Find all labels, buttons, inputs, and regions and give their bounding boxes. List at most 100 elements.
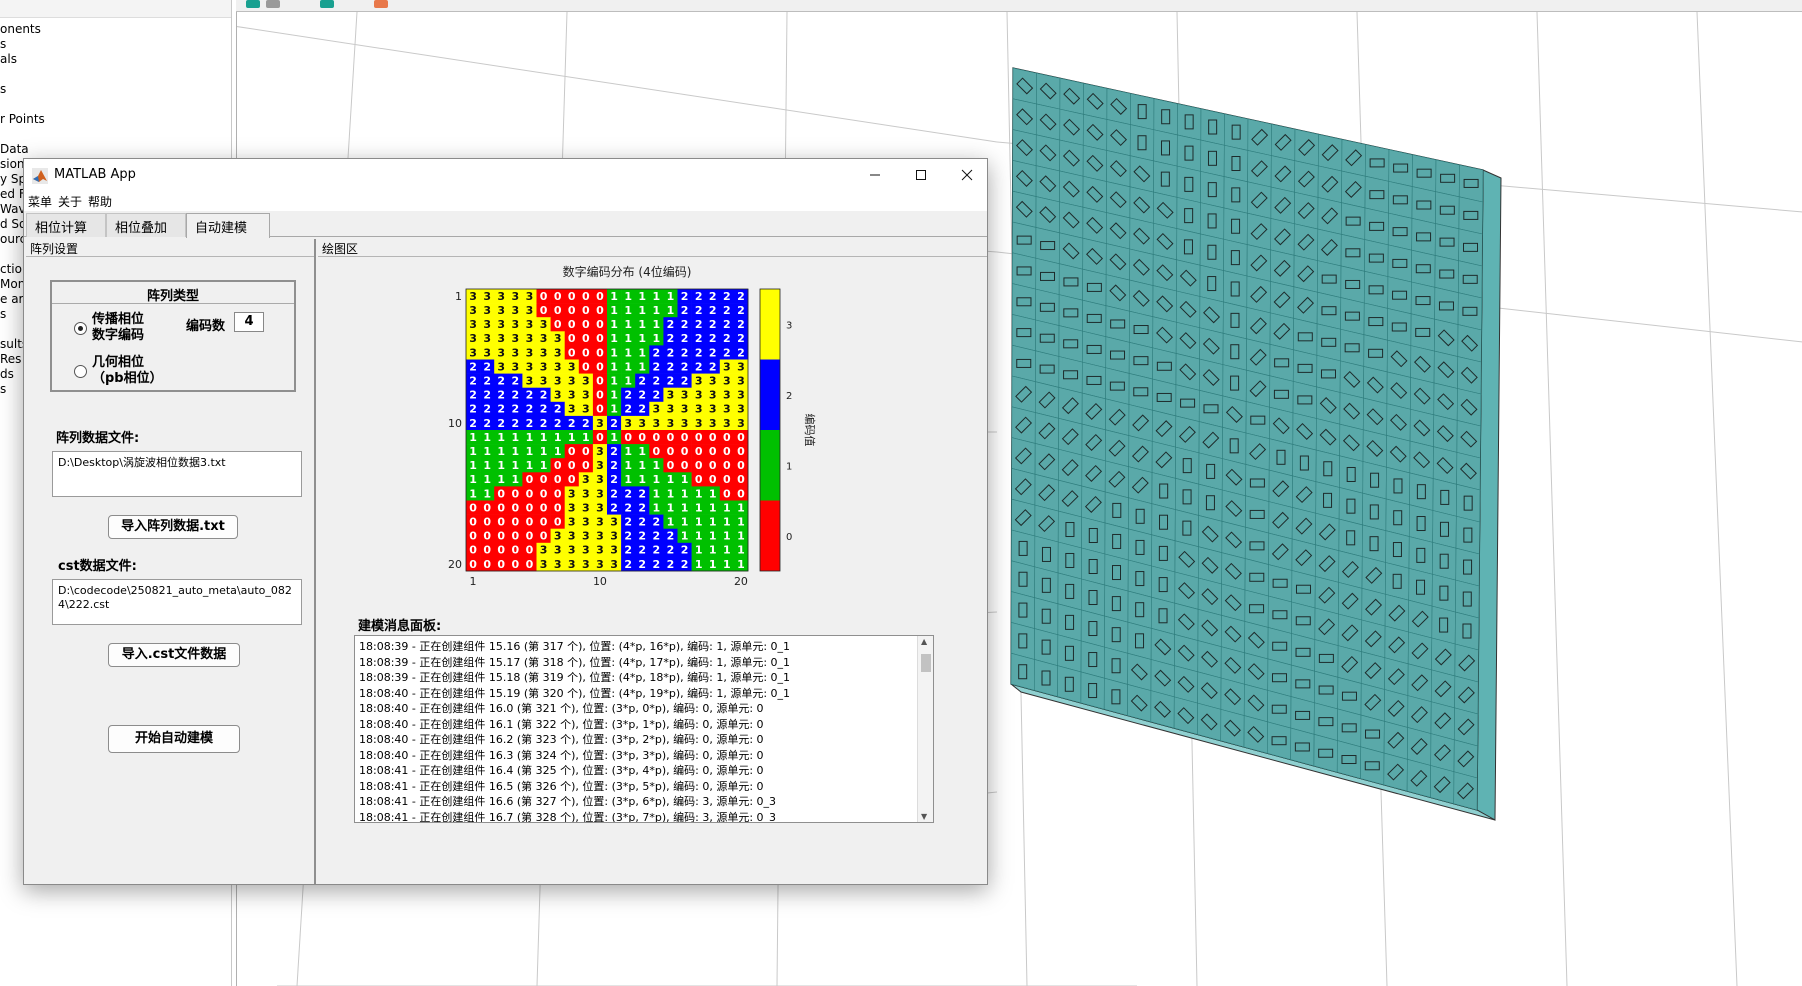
unit-cell [1151, 472, 1176, 510]
tree-item[interactable]: s [0, 37, 6, 51]
heatmap-cell-label: 1 [709, 558, 717, 571]
heatmap-cell-label: 1 [737, 530, 745, 543]
unit-cell [1434, 223, 1460, 262]
tree-item[interactable]: ds [0, 367, 14, 381]
unit-cell [1246, 307, 1271, 345]
cst-file-path-field[interactable]: D:\codecode\250821_auto_meta\auto_0824\2… [52, 579, 302, 625]
import-cst-button[interactable]: 导入.cst文件数据 [108, 643, 240, 667]
menu-item-help[interactable]: 帮助 [88, 193, 112, 210]
unit-cell [1431, 605, 1456, 645]
radio-propagation-phase[interactable] [74, 322, 87, 335]
heatmap-cell-label: 0 [695, 459, 703, 472]
heatmap-cell-label: 1 [653, 332, 661, 345]
heatmap-cell-label: 1 [723, 544, 731, 557]
heatmap-cell-label: 1 [709, 487, 717, 500]
unit-cell [1105, 429, 1130, 468]
radio-geometric-phase[interactable] [74, 365, 87, 378]
code-distribution-heatmap: 数字编码分布 (4位编码)3 3 3 3 3 0 0 0 0 0 1 1 1 1 1 2 2 2 2 23 3 3 3 3 0 0… [448, 264, 817, 588]
menu-item-about[interactable]: 关于 [58, 193, 82, 210]
unit-cell [1104, 522, 1129, 561]
unit-cell [1315, 512, 1340, 552]
heatmap-cell-label: 3 [596, 487, 604, 500]
heatmap-cell-label: 0 [526, 558, 534, 571]
menu-item-menu[interactable]: 菜单 [28, 193, 52, 210]
unit-cell [1270, 155, 1296, 193]
array-file-path-field[interactable]: D:\Desktop\涡旋波相位数据3.txt [52, 451, 302, 497]
unit-cell [1105, 398, 1130, 436]
unit-cell [1082, 175, 1107, 213]
array-file-label: 阵列数据文件: [56, 431, 140, 446]
tree-item[interactable]: Res [0, 352, 21, 366]
tree-item[interactable]: s [0, 307, 6, 321]
unit-cell [1408, 504, 1434, 543]
unit-cell [1362, 397, 1388, 436]
heatmap-cell-label: 0 [638, 431, 646, 444]
unit-cell [1409, 408, 1435, 448]
toolbar-icon[interactable] [246, 0, 260, 8]
start-auto-modeling-button[interactable]: 开始自动建模 [108, 725, 240, 753]
unit-cell [1200, 170, 1225, 209]
unit-cell [1313, 733, 1338, 773]
heatmap-cell-label: 2 [512, 417, 520, 430]
unit-cell [1010, 560, 1036, 599]
heatmap-cell-label: 2 [497, 389, 505, 402]
heatmap-cell-label: 2 [653, 516, 661, 529]
tab-phase-overlay[interactable]: 相位叠加 [106, 213, 186, 237]
unit-cell [1035, 350, 1060, 388]
heatmap-cell-label: 3 [512, 332, 520, 345]
unit-cell [1035, 257, 1060, 296]
unit-cell [1293, 223, 1319, 261]
tree-item[interactable]: ed F [0, 187, 26, 201]
heatmap-cell-label: 2 [497, 417, 505, 430]
unit-cell [1012, 221, 1037, 259]
unit-cell [1011, 314, 1036, 352]
scrollbar-thumb[interactable] [921, 654, 931, 672]
close-icon[interactable] [944, 159, 990, 191]
heatmap-cell-label: 3 [695, 417, 703, 430]
unit-cell [1291, 570, 1316, 609]
message-scrollbar[interactable]: ▲ ▼ [917, 636, 933, 822]
tree-item[interactable]: e ar [0, 292, 23, 306]
heatmap-cell-label: 1 [638, 332, 646, 345]
minimize-icon[interactable] [852, 159, 898, 191]
toolbar-icon[interactable] [374, 0, 388, 8]
unit-cell [1200, 139, 1225, 177]
tree-item[interactable]: sion [0, 157, 25, 171]
tree-item[interactable]: Data [0, 142, 29, 156]
tree-item[interactable]: als [0, 52, 17, 66]
heatmap-cell-label: 2 [638, 530, 646, 543]
unit-cell [1458, 228, 1483, 267]
unit-cell [1267, 595, 1293, 634]
heatmap-cell-label: 0 [483, 558, 491, 571]
tree-item[interactable]: Wav [0, 202, 26, 216]
tree-item[interactable]: s [0, 82, 6, 96]
import-array-button[interactable]: 导入阵列数据.txt [108, 515, 238, 539]
heatmap-cell-label: 2 [681, 346, 689, 359]
unit-cell [1363, 270, 1389, 309]
scroll-up-icon[interactable]: ▲ [921, 637, 927, 646]
tab-auto-modeling[interactable]: 自动建模 [186, 213, 270, 238]
tree-item[interactable]: r Points [0, 112, 45, 126]
heatmap-cell-label: 2 [483, 403, 491, 416]
toolbar-icon[interactable] [320, 0, 334, 8]
tree-item[interactable]: onents [0, 22, 41, 36]
unit-cell [1174, 602, 1199, 641]
unit-cell [1430, 733, 1455, 773]
unit-cell [1059, 170, 1084, 208]
tab-phase-calc[interactable]: 相位计算 [26, 213, 106, 237]
title-bar[interactable]: MATLAB App [24, 159, 987, 191]
scroll-down-icon[interactable]: ▼ [921, 812, 927, 821]
heatmap-cell-label: 1 [638, 346, 646, 359]
modeling-message-panel[interactable]: 18:08:39 - 正在创建组件 15.16 (第 317 个), 位置: (… [354, 635, 934, 823]
tree-item[interactable]: s [0, 382, 6, 396]
unit-cell [1104, 491, 1129, 530]
toolbar-icon[interactable] [266, 0, 280, 8]
heatmap-cell-label: 3 [554, 360, 562, 373]
heatmap-cell-label: 2 [582, 417, 590, 430]
group-title: 阵列类型 [52, 282, 294, 304]
heatmap-cell-label: 1 [638, 445, 646, 458]
maximize-icon[interactable] [898, 159, 944, 191]
code-count-input[interactable]: 4 [234, 312, 264, 332]
unit-cell [1012, 190, 1037, 228]
unit-cell [1364, 239, 1389, 278]
